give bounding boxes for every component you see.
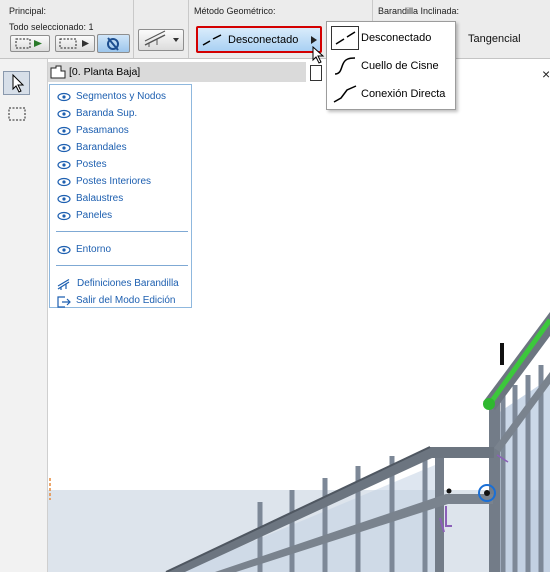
eye-icon — [57, 143, 71, 153]
dropdown-item-direct-connection[interactable]: Conexión Directa — [327, 80, 455, 107]
panel-item-balusters[interactable]: Balaustres — [50, 191, 191, 207]
railing-settings-button[interactable] — [138, 29, 184, 51]
eye-icon — [57, 109, 71, 119]
eye-icon — [57, 194, 71, 204]
panel-item-handrails[interactable]: Pasamanos — [50, 123, 191, 139]
dropdown-item-gooseneck[interactable]: Cuello de Cisne — [327, 52, 455, 79]
panel-divider — [56, 265, 188, 266]
dropdown-item-disconnected[interactable]: Desconectado — [327, 24, 455, 51]
marquee-tool-button[interactable] — [6, 103, 28, 125]
principal-title: Principal: — [9, 6, 47, 16]
dropdown-item-label: Cuello de Cisne — [361, 60, 439, 72]
info-box-toolbar: Principal: Todo seleccionado: 1 Método G… — [0, 0, 550, 64]
eye-icon — [57, 177, 71, 187]
inclined-railing-title: Barandilla Inclinada: — [378, 6, 460, 16]
geometry-method-value: Desconectado — [228, 34, 299, 46]
select-elements-icon — [15, 38, 42, 49]
marquee-icon — [59, 38, 89, 49]
magic-wand-button[interactable] — [97, 34, 130, 53]
panel-item-label: Definiciones Barandilla — [77, 278, 179, 289]
toolbar-divider — [133, 0, 134, 58]
panel-item-label: Segmentos y Nodos — [76, 91, 167, 102]
geometry-method-dropdown: Desconectado Cuello de Cisne Conexión Di… — [326, 21, 456, 110]
disconnected-icon — [331, 26, 359, 50]
marquee-select-button[interactable] — [55, 35, 95, 52]
floor-plan-icon — [50, 65, 66, 79]
mouse-cursor-icon — [312, 46, 325, 64]
arrow-tool-button[interactable] — [3, 71, 30, 95]
selection-count-label: Todo seleccionado: 1 — [9, 22, 94, 32]
panel-item-label: Balaustres — [76, 193, 124, 204]
tangential-option[interactable]: Tangencial — [468, 33, 521, 45]
railing-edit-panel: Segmentos y Nodos Baranda Sup. Pasamanos… — [49, 84, 192, 308]
eye-icon — [57, 211, 71, 221]
eye-icon — [57, 126, 71, 136]
eye-icon — [57, 160, 71, 170]
floor-selector[interactable]: [0. Planta Baja] — [48, 62, 306, 82]
panel-item-label: Baranda Sup. — [76, 108, 138, 119]
gooseneck-icon — [334, 57, 356, 75]
panel-item-label: Barandales — [76, 142, 127, 153]
panel-item-railing-settings[interactable]: Definiciones Barandilla — [50, 276, 191, 292]
selection-filter-button[interactable] — [10, 35, 50, 52]
panel-item-panels[interactable]: Paneles — [50, 208, 191, 224]
panel-item-inner-posts[interactable]: Postes Interiores — [50, 174, 191, 190]
arrow-cursor-icon — [12, 73, 25, 93]
eye-icon — [57, 92, 71, 102]
panel-item-top-rail[interactable]: Baranda Sup. — [50, 106, 191, 122]
geometry-method-title: Método Geométrico: — [194, 6, 276, 16]
viewport-marker — [310, 65, 322, 81]
viewport-close-button[interactable]: × — [542, 66, 550, 82]
magnet-icon — [107, 37, 119, 51]
panel-item-label: Postes Interiores — [76, 176, 152, 187]
floor-label: [0. Planta Baja] — [69, 66, 141, 78]
exit-icon — [57, 296, 71, 308]
panel-item-label: Salir del Modo Edición — [76, 295, 176, 306]
panel-item-label: Entorno — [76, 244, 112, 255]
geometry-method-button[interactable]: Desconectado — [196, 26, 322, 53]
direct-connection-icon — [333, 85, 357, 103]
dropdown-item-label: Conexión Directa — [361, 88, 446, 100]
panel-divider — [56, 231, 188, 232]
panel-item-segments-nodes[interactable]: Segmentos y Nodos — [50, 89, 191, 105]
panel-item-label: Postes — [76, 159, 107, 170]
submenu-arrow-icon — [311, 36, 317, 44]
toolbar-divider — [188, 0, 189, 58]
panel-item-label: Pasamanos — [76, 125, 129, 136]
panel-item-surroundings[interactable]: Entorno — [50, 242, 191, 258]
panel-item-rails[interactable]: Barandales — [50, 140, 191, 156]
panel-item-label: Paneles — [76, 210, 113, 221]
panel-item-posts[interactable]: Postes — [50, 157, 191, 173]
railing-icon — [144, 30, 179, 47]
eye-icon — [57, 245, 71, 255]
dropdown-item-label: Desconectado — [361, 32, 432, 44]
disconnected-icon — [202, 34, 222, 46]
marquee-tool-icon — [8, 107, 26, 121]
panel-item-exit-edit-mode[interactable]: Salir del Modo Edición — [50, 293, 191, 309]
railing-settings-icon — [57, 279, 70, 290]
toolbox — [0, 59, 48, 572]
